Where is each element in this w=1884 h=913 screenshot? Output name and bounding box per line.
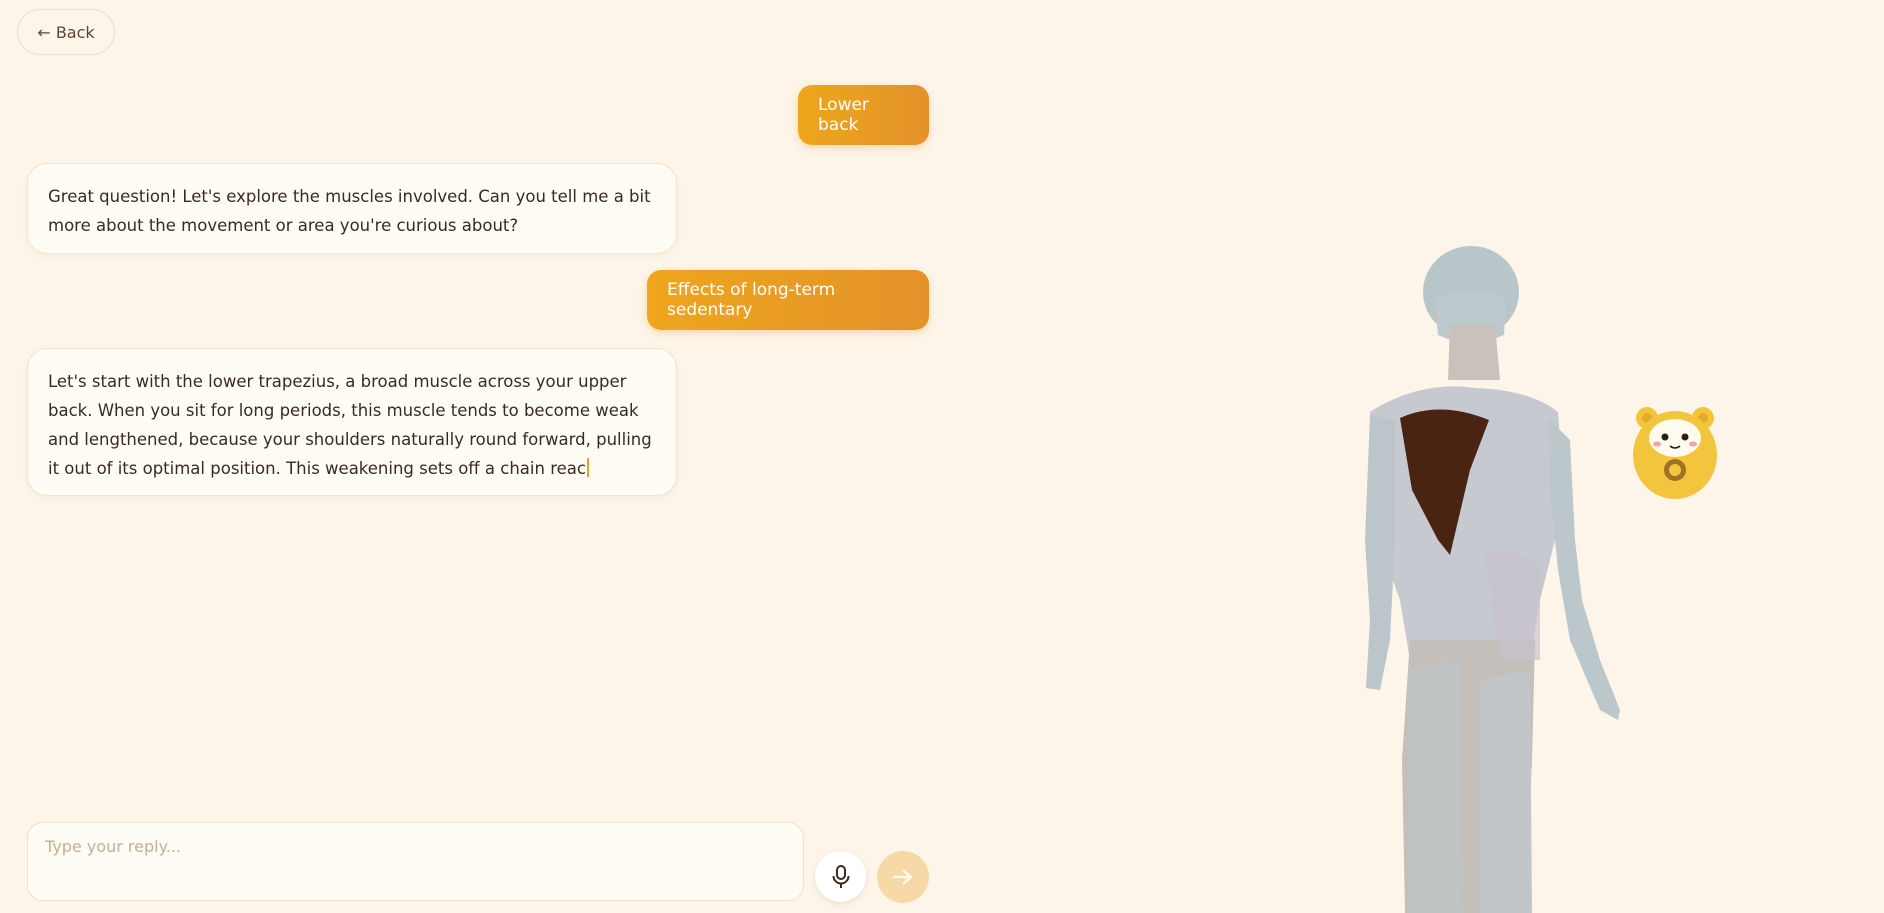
- assistant-message-text: Let's start with the lower trapezius, a …: [48, 372, 652, 478]
- user-message: Lower back: [798, 85, 929, 145]
- microphone-icon: [832, 864, 849, 888]
- reply-input-box[interactable]: [27, 822, 804, 901]
- assistant-message-text: Great question! Let's explore the muscle…: [48, 187, 651, 235]
- assistant-message-streaming: Let's start with the lower trapezius, a …: [27, 348, 677, 496]
- reply-input[interactable]: [28, 823, 803, 900]
- send-button[interactable]: [877, 851, 929, 903]
- anatomy-3d-viewer[interactable]: [1300, 240, 1720, 913]
- microphone-button[interactable]: [815, 851, 866, 902]
- bear-mascot[interactable]: [1625, 400, 1725, 505]
- typing-cursor: [586, 458, 589, 477]
- arrow-right-icon: [892, 869, 913, 885]
- user-message: Effects of long-term sedentary: [647, 270, 929, 330]
- chat-thread: Lower back Great question! Let's explore…: [0, 0, 940, 913]
- body-model: [1365, 246, 1620, 913]
- assistant-message: Great question! Let's explore the muscle…: [27, 163, 677, 254]
